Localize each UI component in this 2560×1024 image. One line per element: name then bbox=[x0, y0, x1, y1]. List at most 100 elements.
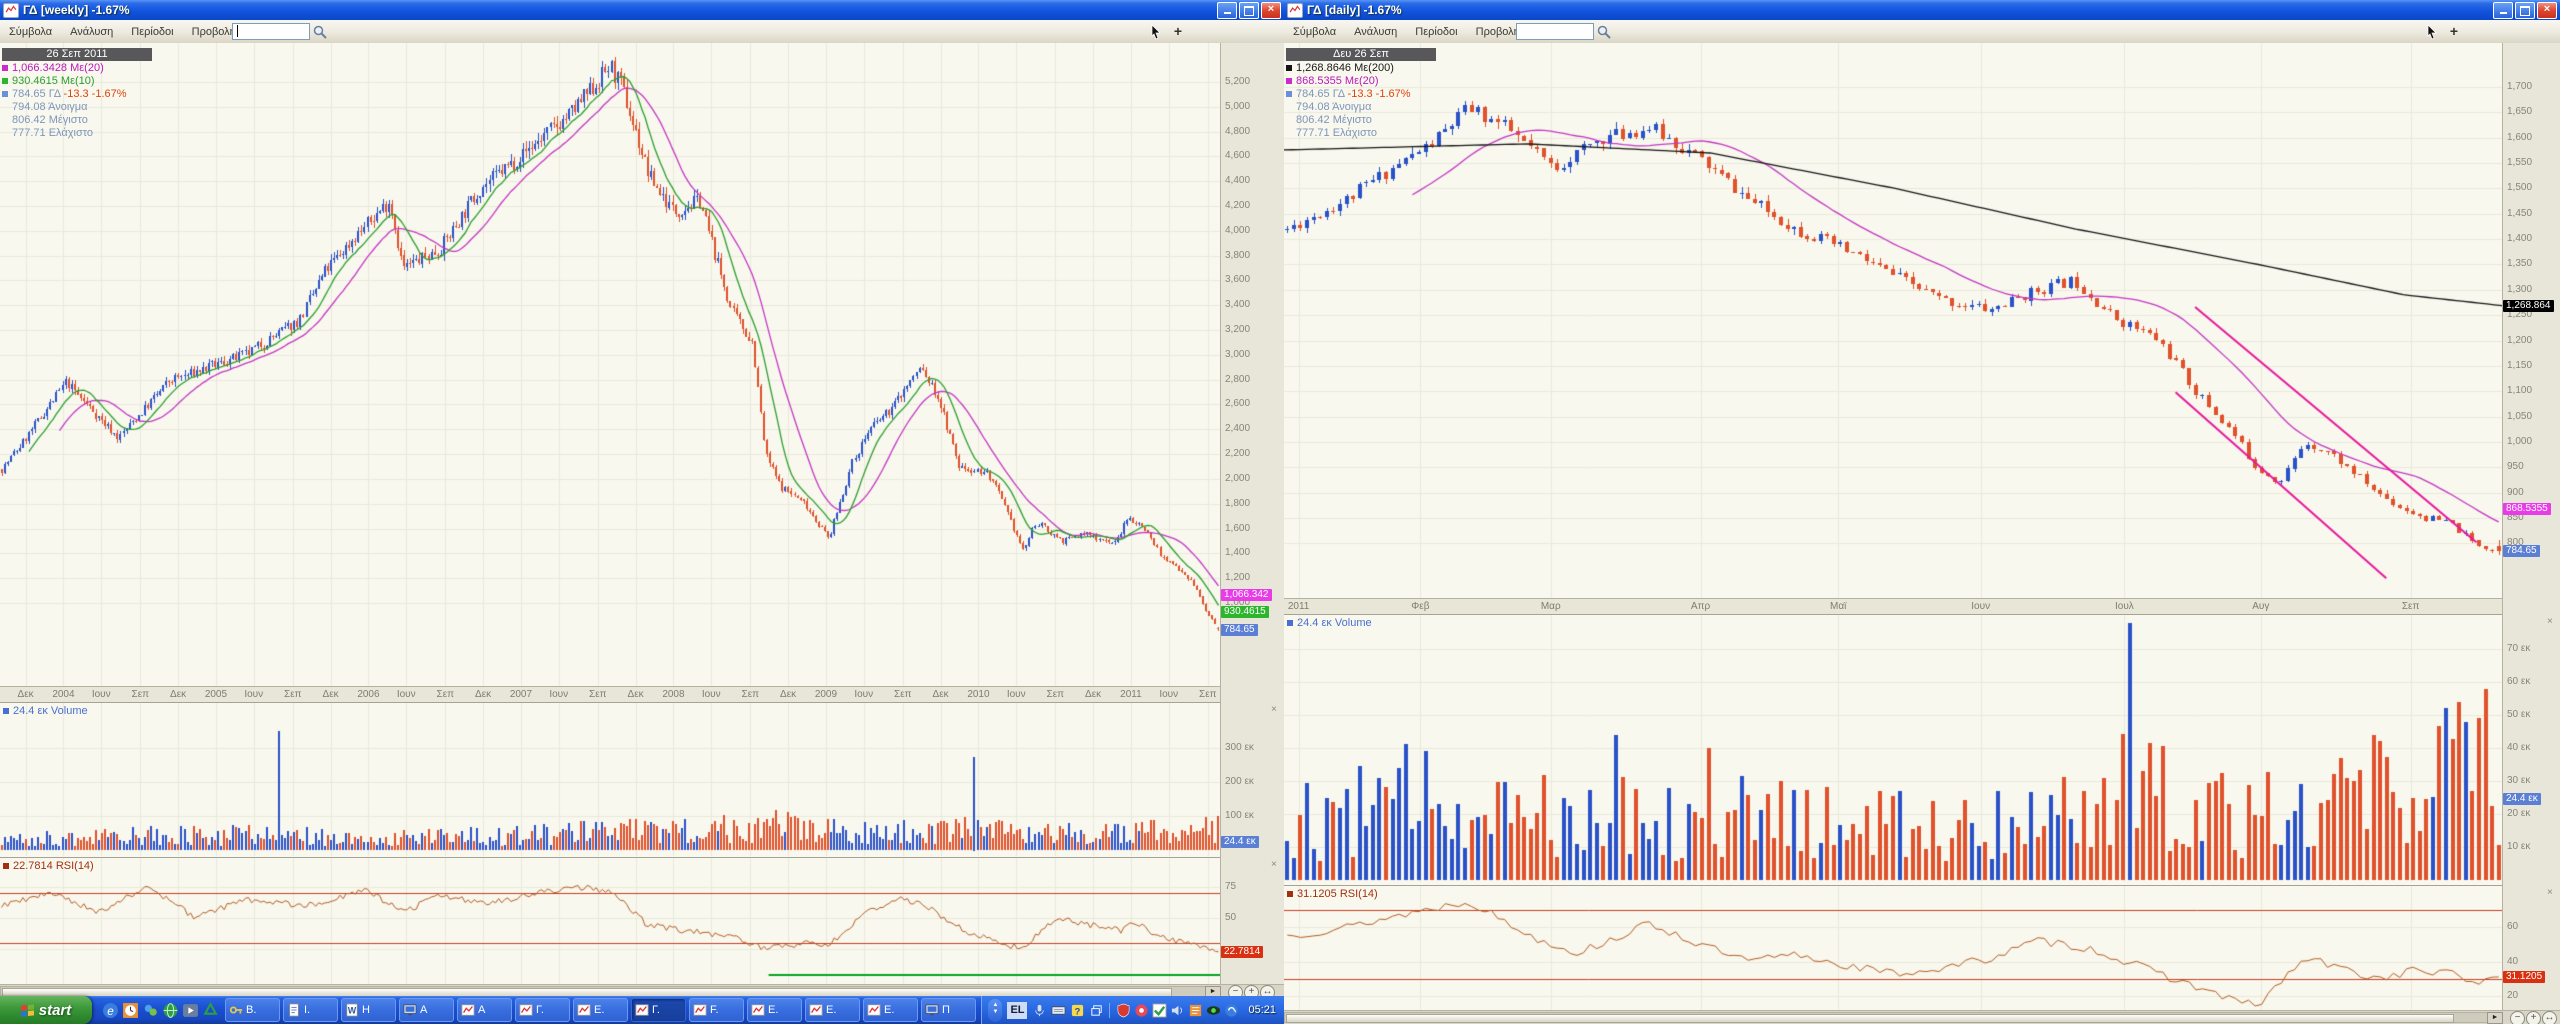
pane-close-icon[interactable]: × bbox=[2547, 617, 2553, 626]
search-icon[interactable] bbox=[312, 24, 328, 40]
updates-icon[interactable] bbox=[1224, 1003, 1239, 1018]
rsi-canvas[interactable] bbox=[1284, 885, 2502, 1010]
fit-width-button[interactable]: ↔ bbox=[1260, 985, 1275, 996]
taskbar-button-8[interactable]: Γ. bbox=[631, 998, 686, 1022]
axis-label: 2,000 bbox=[1225, 473, 1250, 484]
minimize-button[interactable] bbox=[2493, 2, 2513, 19]
chart-area-weekly[interactable]: Δεκ2004ΙουνΣεπΔεκ2005ΙουνΣεπΔεκ2006ΙουνΣ… bbox=[0, 43, 1284, 996]
horizontal-scrollbar[interactable]: ►−+↔ bbox=[1284, 1010, 2560, 1024]
volume-canvas[interactable] bbox=[0, 702, 1220, 856]
time-axis-label: Σεπ bbox=[732, 689, 768, 700]
scrollbar-thumb[interactable] bbox=[1286, 1014, 2454, 1023]
symbol-search-input[interactable] bbox=[1516, 23, 1594, 40]
pane-close-icon[interactable]: × bbox=[2547, 888, 2553, 897]
messenger-icon[interactable] bbox=[142, 1002, 159, 1019]
taskbar-button-4[interactable]: A bbox=[399, 998, 454, 1022]
zoom-in-icon[interactable]: + bbox=[2446, 24, 2462, 40]
pane-close-icon[interactable]: × bbox=[1271, 860, 1277, 869]
menu-symbols[interactable]: Σύμβολα bbox=[0, 21, 61, 43]
taskbar-button-11[interactable]: E. bbox=[805, 998, 860, 1022]
zoom-in-button[interactable]: + bbox=[2526, 1011, 2541, 1024]
antivirus-check-icon[interactable] bbox=[1152, 1003, 1167, 1018]
chart-icon bbox=[693, 1003, 707, 1017]
rsi-pane-header: 22.7814 RSI(14) bbox=[3, 860, 94, 872]
volume-icon[interactable] bbox=[1170, 1003, 1185, 1018]
rsi-canvas[interactable] bbox=[0, 857, 1220, 984]
search-icon[interactable] bbox=[1596, 24, 1612, 40]
volume-canvas[interactable] bbox=[1284, 614, 2502, 882]
security-shield-icon[interactable] bbox=[1116, 1003, 1131, 1018]
menu-symbols[interactable]: Σύμβολα bbox=[1284, 21, 1345, 43]
language-indicator[interactable]: EL bbox=[1007, 1002, 1027, 1019]
maximize-button[interactable] bbox=[2515, 2, 2535, 19]
show-hidden-icons[interactable]: ▲▼ bbox=[988, 999, 1002, 1022]
taskbar-button-12[interactable]: E. bbox=[863, 998, 918, 1022]
menu-analysis[interactable]: Ανάλυση bbox=[61, 21, 122, 43]
scrollbar-track[interactable] bbox=[1284, 1012, 2488, 1023]
zoom-out-button[interactable]: − bbox=[1228, 985, 1243, 996]
chart-area-daily[interactable]: 2011ΦεβΜαρΑπρΜαϊΙουνΙουλΑυγΣεπ Δευ 26 Σε… bbox=[1284, 43, 2560, 1024]
volume-tag: 24.4 εκ bbox=[1221, 836, 1259, 848]
taskbar-button-9[interactable]: F. bbox=[689, 998, 744, 1022]
minimize-button[interactable] bbox=[1217, 2, 1237, 19]
close-button[interactable]: × bbox=[1261, 2, 1281, 19]
taskbar-button-10[interactable]: E. bbox=[747, 998, 802, 1022]
time-axis-label: 2011 bbox=[1284, 601, 1317, 612]
axis-label: 4,400 bbox=[1225, 175, 1250, 186]
recycle-icon[interactable] bbox=[202, 1002, 219, 1019]
price-chart-canvas[interactable] bbox=[0, 43, 1220, 686]
price-chart-canvas[interactable] bbox=[1284, 43, 2502, 598]
horizontal-scrollbar[interactable]: ►−+↔ bbox=[0, 984, 1284, 996]
taskbar: start e B.I.WHAAΓ.E.Γ.F.E.E.E.Π ▲▼ EL ? … bbox=[0, 996, 1284, 1024]
time-axis-label: 2009 bbox=[808, 689, 844, 700]
taskbar-button-7[interactable]: E. bbox=[573, 998, 628, 1022]
time-axis-label: Ιουλ bbox=[2106, 601, 2142, 612]
zoom-out-button[interactable]: − bbox=[2510, 1011, 2525, 1024]
scrollbar-track[interactable] bbox=[0, 986, 1206, 996]
menu-analysis[interactable]: Ανάλυση bbox=[1345, 21, 1406, 43]
input-panel-icon[interactable] bbox=[1051, 1003, 1066, 1018]
taskbar-button-5[interactable]: A bbox=[457, 998, 512, 1022]
taskbar-button-3[interactable]: WH bbox=[341, 998, 396, 1022]
menu-periods[interactable]: Περίοδοι bbox=[1406, 21, 1466, 43]
menu-periods[interactable]: Περίοδοι bbox=[122, 21, 182, 43]
scrollbar-thumb[interactable] bbox=[2, 988, 1172, 996]
taskbar-button-2[interactable]: I. bbox=[283, 998, 338, 1022]
network-eye-icon[interactable] bbox=[1206, 1003, 1221, 1018]
pointer-tool-icon[interactable] bbox=[2424, 24, 2440, 40]
titlebar-daily[interactable]: ΓΔ [daily] -1.67% × bbox=[1284, 0, 2560, 20]
titlebar-weekly[interactable]: ΓΔ [weekly] -1.67% × bbox=[0, 0, 1284, 20]
taskbar-button-13[interactable]: Π bbox=[921, 998, 976, 1022]
axis-label: 1,650 bbox=[2507, 106, 2532, 117]
maximize-button[interactable] bbox=[1239, 2, 1259, 19]
close-button[interactable]: × bbox=[2537, 2, 2557, 19]
scroll-right-button[interactable]: ► bbox=[1205, 986, 1221, 996]
axis-label: 3,200 bbox=[1225, 324, 1250, 335]
taskbar-button-1[interactable]: B. bbox=[225, 998, 280, 1022]
pane-close-icon[interactable]: × bbox=[1271, 705, 1277, 714]
axis-price-tag: 1,066.342 bbox=[1221, 589, 1272, 601]
zoom-in-button[interactable]: + bbox=[1244, 985, 1259, 996]
start-button[interactable]: start bbox=[0, 996, 92, 1024]
axis-label: 1,150 bbox=[2507, 360, 2532, 371]
pointer-tool-icon[interactable] bbox=[1148, 24, 1164, 40]
axis-label: 4,200 bbox=[1225, 200, 1250, 211]
schedule-icon[interactable] bbox=[122, 1002, 139, 1019]
symbol-search-input[interactable] bbox=[232, 23, 310, 40]
office-icon[interactable] bbox=[1188, 1003, 1203, 1018]
restore-icon[interactable] bbox=[1089, 1003, 1104, 1018]
zoom-in-icon[interactable]: + bbox=[1170, 24, 1186, 40]
taskbar-button-6[interactable]: Γ. bbox=[515, 998, 570, 1022]
scroll-right-button[interactable]: ► bbox=[2487, 1012, 2503, 1024]
microphone-icon[interactable] bbox=[1032, 1003, 1047, 1018]
messenger-tray-icon[interactable] bbox=[1134, 1003, 1149, 1018]
fit-width-button[interactable]: ↔ bbox=[2542, 1011, 2557, 1024]
globe-icon[interactable] bbox=[162, 1002, 179, 1019]
help-icon[interactable]: ? bbox=[1070, 1003, 1085, 1018]
task-label: E. bbox=[768, 1004, 778, 1016]
axis-label: 1,300 bbox=[2507, 284, 2532, 295]
time-axis-label: Ιουν bbox=[388, 689, 424, 700]
task-label: E. bbox=[884, 1004, 894, 1016]
ie-icon[interactable]: e bbox=[102, 1002, 119, 1019]
media-player-icon[interactable] bbox=[182, 1002, 199, 1019]
